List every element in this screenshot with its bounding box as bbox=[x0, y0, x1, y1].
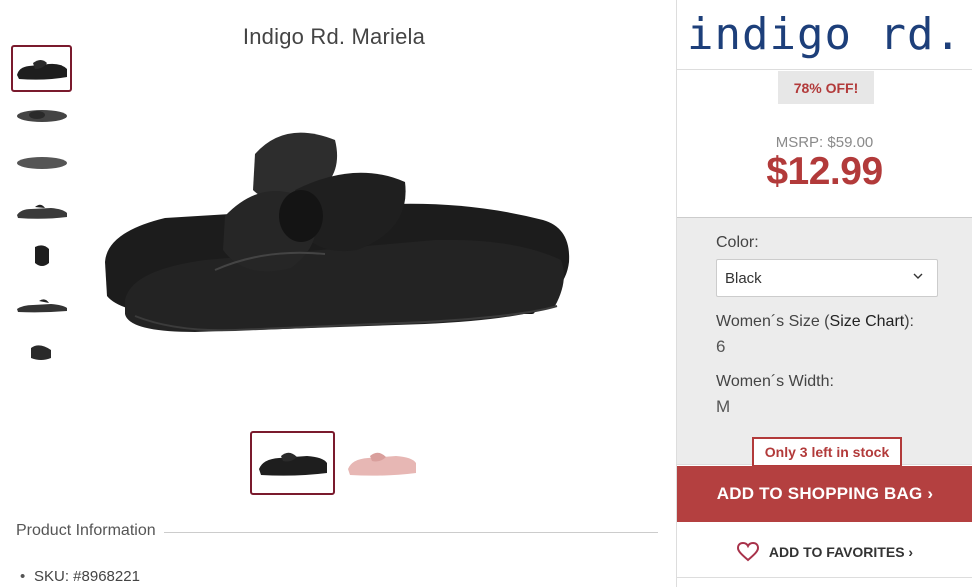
price-box: 78% OFF! MSRP: $59.00 $12.99 bbox=[677, 70, 972, 218]
product-options: Color: Black Women´s Size (Size Chart): … bbox=[677, 218, 972, 467]
sale-price: $12.99 bbox=[766, 150, 883, 193]
add-to-favorites-label: ADD TO FAVORITES › bbox=[768, 544, 914, 560]
thumbnail-shoe-sole-view[interactable] bbox=[11, 139, 72, 186]
stock-count: 3 bbox=[799, 444, 808, 460]
size-label-prefix: Women´s Size ( bbox=[716, 313, 830, 330]
thumbnail-list bbox=[11, 45, 73, 374]
sku-text: SKU: #8968221 bbox=[20, 568, 140, 585]
color-label: Color: bbox=[716, 234, 759, 251]
thumbnail-shoe-back-view[interactable] bbox=[11, 233, 72, 280]
purchase-panel: indigo rd. 78% OFF! MSRP: $59.00 $12.99 … bbox=[676, 0, 972, 587]
section-divider bbox=[163, 531, 658, 533]
size-value: 6 bbox=[716, 337, 726, 356]
add-to-shopping-bag-button[interactable]: ADD TO SHOPPING BAG › bbox=[677, 466, 972, 522]
chevron-down-icon bbox=[913, 273, 923, 279]
size-label-suffix: ): bbox=[904, 313, 914, 330]
stock-prefix: Only bbox=[764, 444, 796, 460]
discount-badge: 78% OFF! bbox=[778, 71, 874, 104]
add-to-favorites-button[interactable]: ADD TO FAVORITES › bbox=[677, 532, 972, 572]
swatch-black[interactable] bbox=[250, 431, 335, 495]
heart-icon bbox=[736, 542, 759, 562]
color-select[interactable]: Black bbox=[716, 259, 938, 297]
stock-suffix: left in stock bbox=[811, 444, 890, 460]
width-value: M bbox=[716, 397, 731, 416]
product-title: Indigo Rd. Mariela bbox=[242, 24, 426, 49]
stock-badge: Only 3 left in stock bbox=[752, 437, 902, 467]
size-chart-link[interactable]: Size Chart bbox=[830, 313, 905, 330]
color-swatches bbox=[250, 431, 424, 495]
color-select-value: Black bbox=[725, 269, 762, 287]
thumbnail-shoe-heel-view[interactable] bbox=[11, 327, 72, 374]
brand-logo[interactable]: indigo rd. bbox=[677, 0, 972, 70]
product-information-header: Product Information bbox=[16, 522, 658, 540]
size-label: Women´s Size (Size Chart): bbox=[716, 313, 914, 331]
msrp-text: MSRP: $59.00 bbox=[775, 134, 874, 151]
thumbnail-shoe-top-view[interactable] bbox=[11, 92, 72, 139]
thumbnail-shoe-pair-view[interactable] bbox=[11, 280, 72, 327]
product-main-image[interactable] bbox=[95, 120, 575, 350]
thumbnail-shoe-side-view[interactable] bbox=[11, 45, 72, 92]
width-label: Women´s Width: bbox=[716, 373, 834, 390]
section-title: Product Information bbox=[16, 522, 156, 539]
thumbnail-shoe-side-view-2[interactable] bbox=[11, 186, 72, 233]
panel-divider bbox=[677, 577, 972, 578]
swatch-pink[interactable] bbox=[339, 431, 424, 495]
